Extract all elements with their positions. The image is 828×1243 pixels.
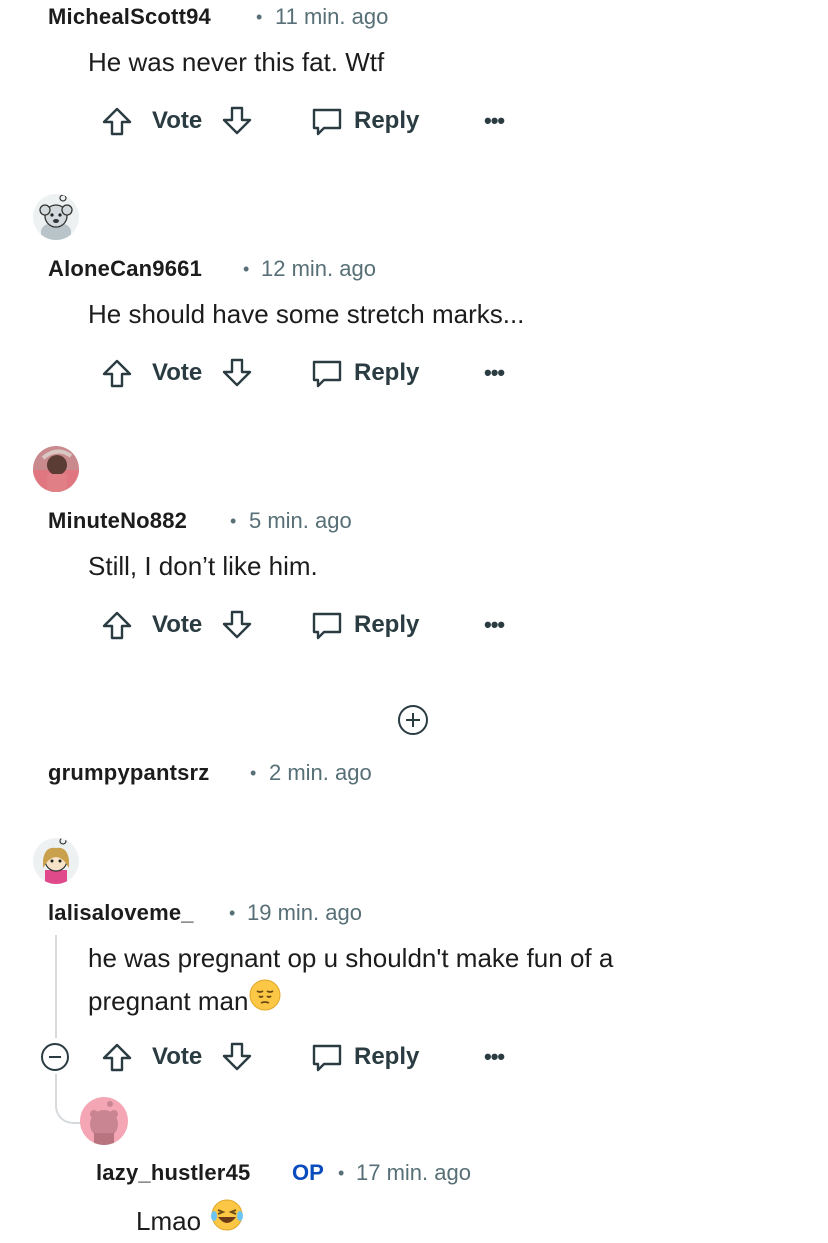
more-icon[interactable]: ••• [484,360,505,386]
comment-body: He should have some stretch marks... [88,299,525,329]
downvote-icon[interactable] [220,608,254,642]
vote-control: Vote [100,102,254,140]
upvote-icon[interactable] [100,356,134,390]
comment-body: Still, I don’t like him. [88,551,318,581]
comment-timestamp: 2 min. ago [269,760,372,785]
comment-author[interactable]: MinuteNo882 [48,508,187,534]
comment-body-line: he was pregnant op u shouldn't make fun … [88,943,614,973]
comment-body: He was never this fat. Wtf [88,47,385,77]
meta-separator: • [243,259,250,279]
comment-timestamp: 19 min. ago [247,900,362,925]
laughing-emoji-icon [209,1198,245,1243]
vote-label: Vote [152,107,203,134]
downvote-icon[interactable] [220,356,254,390]
thread-connector [55,1074,83,1124]
reply-icon [310,104,344,138]
comment-author[interactable]: lalisaloveme_ [48,900,194,926]
comment-author[interactable]: grumpypantsrz [48,760,210,786]
comment-timestamp: 17 min. ago [356,1160,471,1185]
comment-body: Lmao [136,1198,245,1243]
pensive-emoji-icon [248,978,282,1023]
meta-separator: • [229,903,236,923]
downvote-icon[interactable] [220,1040,254,1074]
vote-label: Vote [152,1043,203,1070]
vote-control: Vote [100,1038,254,1076]
meta-separator: • [338,1163,345,1183]
avatar[interactable] [80,1097,128,1145]
reply-label: Reply [354,1043,420,1070]
upvote-icon[interactable] [100,104,134,138]
more-icon[interactable]: ••• [484,108,505,134]
reply-label: Reply [354,107,420,134]
comment-author[interactable]: AloneCan9661 [48,256,202,282]
vote-control: Vote [100,606,254,644]
meta-separator: • [230,511,237,531]
reply-icon [310,608,344,642]
vote-label: Vote [152,611,203,638]
reply-label: Reply [354,611,420,638]
comment-timestamp: 5 min. ago [249,508,352,533]
upvote-icon[interactable] [100,1040,134,1074]
avatar[interactable] [33,194,79,240]
comment-body: he was pregnant op u shouldn't make fun … [88,938,788,1023]
op-badge: OP [292,1160,324,1185]
expand-icon[interactable] [397,704,429,736]
vote-label: Vote [152,359,203,386]
more-icon[interactable]: ••• [484,612,505,638]
avatar[interactable] [33,446,79,492]
reply-button[interactable]: Reply [310,354,419,392]
meta-separator: • [256,7,263,27]
reply-button[interactable]: Reply [310,606,419,644]
downvote-icon[interactable] [220,104,254,138]
avatar[interactable] [33,838,79,884]
reply-icon [310,356,344,390]
more-icon[interactable]: ••• [484,1044,505,1070]
comment-timestamp: 12 min. ago [261,256,376,281]
thread-line [55,935,57,1038]
reply-button[interactable]: Reply [310,1038,419,1076]
comment-author[interactable]: lazy_hustler45 [96,1160,250,1186]
comment-body-text: pregnant man [88,985,249,1016]
reply-label: Reply [354,359,420,386]
comment-timestamp: 11 min. ago [275,4,389,29]
comment-author[interactable]: MichealScott94 [48,4,211,30]
reply-icon [310,1040,344,1074]
comment-body-line-2: pregnant man [88,978,788,1023]
reply-button[interactable]: Reply [310,102,419,140]
meta-separator: • [250,763,257,783]
upvote-icon[interactable] [100,608,134,642]
collapse-icon[interactable] [40,1042,70,1072]
vote-control: Vote [100,354,254,392]
